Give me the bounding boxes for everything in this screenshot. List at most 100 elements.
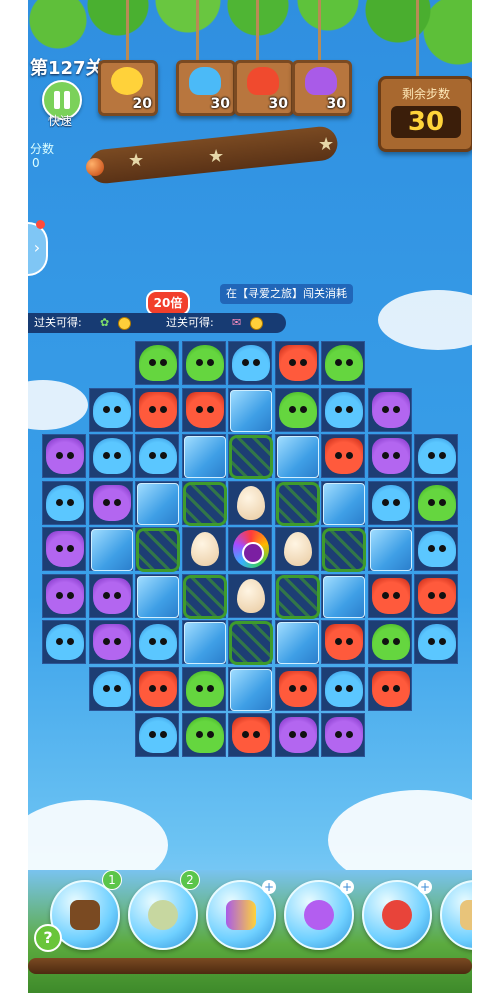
board-cell[interactable] [321,713,365,757]
board-cell[interactable] [181,573,227,619]
frog-piece [185,345,224,381]
board-cell[interactable] [321,573,365,618]
board-cell[interactable] [274,480,320,526]
board-cell[interactable] [88,666,133,711]
board-cell[interactable] [228,387,272,432]
board-cell[interactable] [135,434,179,478]
ice-block [230,668,272,711]
board-cell[interactable] [135,387,179,432]
board-cell[interactable] [321,341,365,385]
level-label: 第127关 [30,58,104,79]
board-cell[interactable] [135,666,179,711]
board-cell[interactable] [414,527,458,571]
ice-block [323,575,365,618]
board-cell[interactable] [88,527,133,571]
coin-icon [118,313,131,333]
extra-moves-tool-button[interactable] [128,880,198,950]
blue-cat-piece [325,391,363,428]
add-tool-icon[interactable]: + [418,880,432,894]
rainbow-bird-piece [233,530,269,568]
cloud [28,380,88,430]
add-tool-icon[interactable]: + [340,880,354,894]
board-cell[interactable] [228,341,272,385]
coin-icon [250,313,263,333]
board-cell[interactable] [367,434,412,478]
blue-cat-piece [232,345,270,381]
board-cell[interactable] [321,527,366,572]
board-cell[interactable] [228,713,272,757]
board-cell[interactable] [88,387,133,432]
board-cell[interactable] [42,573,86,618]
ticket-icon: ✉ [232,316,242,329]
goal-blue-cat: 30 [176,60,236,116]
board-cell[interactable] [181,480,227,526]
board-cell[interactable] [181,527,226,571]
board-cell[interactable] [274,573,320,619]
goal-count: 20 [132,96,152,112]
board-cell[interactable] [135,480,179,525]
board-cell[interactable] [228,666,272,711]
board-cell[interactable] [321,387,365,432]
board-cell[interactable] [42,434,86,478]
board-cell[interactable] [42,480,86,525]
board-cell[interactable] [228,573,272,618]
board-cell[interactable] [181,341,226,385]
board-cell[interactable] [274,666,319,711]
board-cell[interactable] [414,434,458,478]
blue-cat-piece [92,670,131,707]
purple-owl-icon [305,67,337,95]
board-cell[interactable] [321,480,365,525]
frog-piece [278,391,317,428]
board-cell[interactable] [181,434,226,478]
board-cell[interactable] [135,713,179,757]
board-cell[interactable] [88,480,133,525]
tool-count-badge: 1 [102,870,122,890]
vertical-rocket-icon [382,900,412,930]
board-cell[interactable] [321,666,365,711]
board-cell[interactable] [42,527,86,571]
board-cell[interactable] [414,480,458,525]
board-cell[interactable] [367,573,412,618]
blue-cat-piece [46,484,84,521]
add-tool-icon[interactable]: + [262,880,276,894]
board-cell[interactable] [228,527,272,571]
board-cell[interactable] [135,620,179,664]
board-cell[interactable] [181,713,226,757]
help-icon[interactable]: ? [34,924,62,952]
board-cell[interactable] [42,620,86,664]
board-cell[interactable] [88,434,133,478]
bottom-branch [28,958,472,974]
board-cell[interactable] [135,341,179,385]
board-cell[interactable] [367,387,412,432]
chick-icon [111,67,143,95]
speed-label[interactable]: 快速 [48,112,72,129]
board-cell[interactable] [367,666,412,711]
side-panel-toggle[interactable]: › [28,222,48,276]
board-cell[interactable] [367,620,412,664]
game-viewport: 第127关 快速 分数 0 ★ ★ ★ 20 30 30 30 剩余步数 30 … [28,0,472,993]
board-cell[interactable] [274,527,319,571]
board-cell[interactable] [274,620,319,664]
board-cell[interactable] [274,341,319,385]
board-cell[interactable] [228,480,272,525]
board-cell[interactable] [274,387,319,432]
blue-cat-piece [418,531,456,567]
board-cell[interactable] [181,620,226,664]
board-cell[interactable] [228,434,273,479]
board-cell[interactable] [135,527,180,572]
board-cell[interactable] [274,434,319,478]
board-cell[interactable] [414,620,458,664]
board-cell[interactable] [181,387,226,432]
board-cell[interactable] [88,573,133,618]
board-cell[interactable] [321,434,365,478]
board-cell[interactable] [135,573,179,618]
board-cell[interactable] [228,620,273,665]
board-cell[interactable] [367,480,412,525]
board-cell[interactable] [274,713,319,757]
ice-block [230,389,272,432]
board-cell[interactable] [367,527,412,571]
board-cell[interactable] [321,620,365,664]
board-cell[interactable] [181,666,226,711]
board-cell[interactable] [414,573,458,618]
board-cell[interactable] [88,620,133,664]
